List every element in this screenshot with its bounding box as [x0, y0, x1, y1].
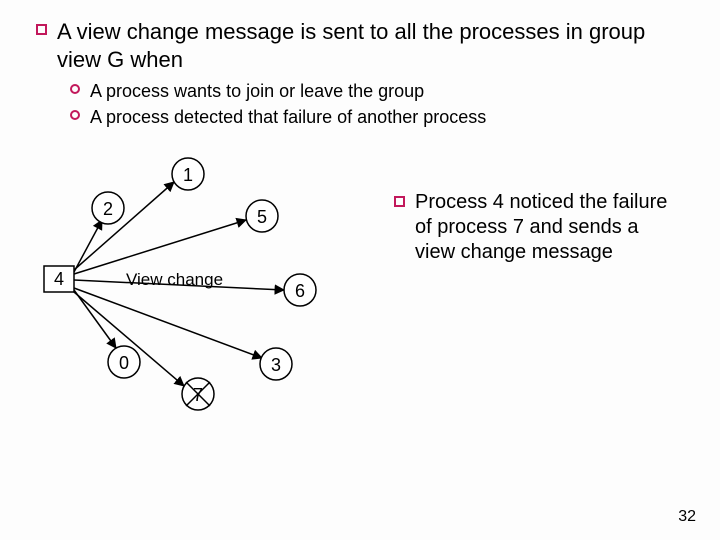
node-4-label: 4 [54, 269, 64, 289]
sub-bullet-list: A process wants to join or leave the gro… [70, 79, 684, 130]
node-0-label: 0 [119, 353, 129, 373]
main-bullet-text: A view change message is sent to all the… [57, 18, 684, 73]
view-change-diagram: 4 1 2 5 6 3 [36, 150, 376, 420]
square-bullet-icon [36, 24, 47, 35]
node-2: 2 [92, 192, 124, 224]
node-6: 6 [284, 274, 316, 306]
node-2-label: 2 [103, 199, 113, 219]
diagram-label: View change [126, 270, 223, 289]
node-7-failed: 7 [182, 378, 214, 410]
arrow-to-3 [74, 288, 262, 358]
node-5: 5 [246, 200, 278, 232]
arrow-to-0 [74, 290, 116, 348]
node-1: 1 [172, 158, 204, 190]
node-0: 0 [108, 346, 140, 378]
sub-bullet-row: A process detected that failure of anoth… [70, 105, 684, 129]
sub-bullet-text: A process detected that failure of anoth… [90, 105, 486, 129]
page-number: 32 [678, 508, 696, 526]
node-3-label: 3 [271, 355, 281, 375]
node-5-label: 5 [257, 207, 267, 227]
caption-text: Process 4 noticed the failure of process… [415, 190, 684, 265]
arrow-to-2 [74, 220, 102, 272]
square-bullet-icon [394, 196, 405, 207]
node-3: 3 [260, 348, 292, 380]
circle-bullet-icon [70, 110, 80, 120]
circle-bullet-icon [70, 84, 80, 94]
caption-block: Process 4 noticed the failure of process… [376, 150, 684, 420]
node-1-label: 1 [183, 165, 193, 185]
node-6-label: 6 [295, 281, 305, 301]
sub-bullet-text: A process wants to join or leave the gro… [90, 79, 424, 103]
main-bullet-row: A view change message is sent to all the… [36, 18, 684, 73]
arrow-to-1 [74, 182, 174, 270]
sub-bullet-row: A process wants to join or leave the gro… [70, 79, 684, 103]
